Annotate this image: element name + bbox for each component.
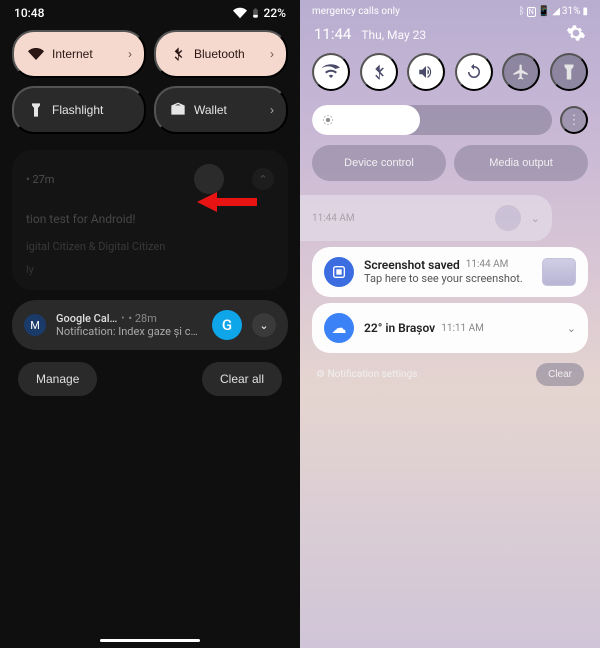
clear-all-button[interactable]: Clear all — [202, 362, 282, 396]
notif-time: 11:11 AM — [441, 323, 484, 334]
quick-settings-grid: Internet › Bluetooth › Flashlight Wallet… — [0, 24, 300, 140]
wifi-icon — [28, 46, 44, 62]
notif-text: ly — [26, 263, 274, 276]
clear-button[interactable]: Clear — [536, 363, 584, 386]
battery-percent: 31% — [562, 6, 581, 17]
notif-text: igital Citizen & Digital Citizen — [26, 240, 274, 253]
avatar: G — [212, 310, 242, 340]
media-output-button[interactable]: Media output — [454, 145, 588, 181]
rotate-icon — [465, 63, 483, 81]
bluetooth-icon — [170, 46, 186, 62]
home-indicator[interactable] — [100, 639, 200, 642]
date-text: Thu, May 23 — [361, 28, 426, 42]
samsung-notification-shade: mergency calls only ᛒ N 📳 ◢ 31% ▮ 11:44 … — [300, 0, 600, 648]
pixel-notification-shade: 10:48 22% Internet › Bluetooth › Flashli… — [0, 0, 300, 648]
sound-icon — [417, 63, 435, 81]
bluetooth-icon — [370, 63, 388, 81]
wifi-icon — [233, 6, 247, 20]
notification-swiping[interactable]: • 27m ⌃ tion test for Android! igital Ci… — [12, 150, 288, 290]
battery-percent: 22% — [264, 6, 286, 20]
notification-card[interactable]: M Google Cal… • • 28m Notification: Inde… — [12, 300, 288, 350]
notif-time: • 28m — [128, 312, 156, 325]
brightness-more-button[interactable]: ⋮ — [560, 106, 588, 134]
notif-text: tion test for Android! — [26, 212, 274, 226]
manage-button[interactable]: Manage — [18, 362, 97, 396]
qs-rotate-toggle[interactable] — [455, 53, 493, 91]
brightness-fill — [312, 105, 420, 135]
shade-footer: ⚙ Notification settings Clear — [300, 359, 600, 390]
status-bar: 10:48 22% — [0, 0, 300, 24]
gear-icon: ⚙ — [316, 369, 325, 380]
chevron-right-icon: › — [270, 103, 274, 117]
qs-wifi-toggle[interactable] — [312, 53, 350, 91]
notif-body: Tap here to see your screenshot. — [364, 272, 532, 286]
screenshot-notification[interactable]: Screenshot saved 11:44 AM Tap here to se… — [312, 247, 588, 297]
qs-internet-tile[interactable]: Internet › — [12, 30, 146, 78]
time-text: 11:44 — [314, 25, 351, 43]
notif-subtitle: Notification: Index gaze și cure… — [56, 325, 202, 338]
brightness-row: ⋮ — [312, 105, 588, 135]
wifi-icon — [322, 63, 340, 81]
settings-icon[interactable] — [566, 23, 586, 43]
chevron-right-icon: › — [270, 47, 274, 61]
qs-bluetooth-toggle[interactable] — [360, 53, 398, 91]
notif-title: 22° in Brașov — [364, 321, 435, 335]
collapse-icon[interactable]: ⌃ — [252, 168, 274, 190]
status-right: 22% — [233, 6, 286, 20]
chevron-right-icon: › — [128, 47, 132, 61]
vibrate-icon: 📳 — [538, 6, 550, 17]
avatar — [194, 164, 224, 194]
header-row: 11:44 Thu, May 23 — [300, 19, 600, 49]
bluetooth-icon: ᛒ — [519, 6, 525, 17]
screenshot-icon — [324, 257, 354, 287]
device-control-button[interactable]: Device control — [312, 145, 446, 181]
status-bar: mergency calls only ᛒ N 📳 ◢ 31% ▮ — [300, 0, 600, 19]
avatar — [495, 205, 521, 231]
brightness-slider[interactable] — [312, 105, 552, 135]
qs-label: Wallet — [194, 103, 227, 117]
weather-icon: ☁ — [324, 313, 354, 343]
notif-time: 11:44 AM — [466, 259, 509, 270]
shade-actions: Manage Clear all — [0, 350, 300, 408]
notif-body: Google Cal… • • 28m Notification: Index … — [56, 312, 202, 338]
header-left: 11:44 Thu, May 23 — [314, 24, 426, 43]
nfc-icon: N — [527, 7, 536, 17]
signal-icon: ◢ — [552, 6, 560, 17]
notification-header: • 27m ⌃ — [26, 164, 274, 194]
qs-flashlight-toggle[interactable] — [550, 53, 588, 91]
qs-wallet-tile[interactable]: Wallet › — [154, 86, 288, 134]
expand-icon[interactable]: ⌄ — [252, 313, 276, 337]
qs-sound-toggle[interactable] — [407, 53, 445, 91]
flashlight-icon — [28, 102, 44, 118]
status-right: ᛒ N 📳 ◢ 31% ▮ — [519, 6, 588, 17]
qs-bluetooth-tile[interactable]: Bluetooth › — [154, 30, 288, 78]
gmail-icon: M — [24, 314, 46, 336]
qs-label: Flashlight — [52, 103, 103, 117]
status-time: 10:48 — [14, 6, 44, 20]
battery-icon — [250, 6, 261, 20]
qs-flashlight-tile[interactable]: Flashlight — [12, 86, 146, 134]
sun-icon — [322, 114, 334, 126]
notification-swiping[interactable]: 11:44 AM ⌄ — [300, 195, 552, 241]
carrier-text: mergency calls only — [312, 6, 400, 17]
chevron-down-icon[interactable]: ⌄ — [567, 322, 576, 335]
notif-time: 11:44 AM — [312, 213, 355, 224]
battery-icon: ▮ — [582, 6, 588, 17]
notification-settings-link[interactable]: ⚙ Notification settings — [316, 369, 417, 380]
app-name: Google Cal… — [56, 312, 117, 325]
screenshot-thumbnail[interactable] — [542, 258, 576, 286]
notif-time: • 27m — [26, 173, 54, 186]
qs-label: Internet — [52, 47, 93, 61]
weather-notification[interactable]: ☁ 22° in Brașov 11:11 AM ⌄ — [312, 303, 588, 353]
qs-airplane-toggle[interactable] — [502, 53, 540, 91]
wallet-icon — [170, 102, 186, 118]
notif-title: Screenshot saved — [364, 258, 460, 272]
chevron-down-icon[interactable]: ⌄ — [531, 212, 540, 225]
qs-label: Bluetooth — [194, 47, 245, 61]
control-buttons: Device control Media output — [300, 141, 600, 189]
airplane-icon — [512, 63, 530, 81]
flashlight-icon — [560, 63, 578, 81]
quick-settings-row — [300, 49, 600, 95]
separator: • — [121, 314, 124, 324]
